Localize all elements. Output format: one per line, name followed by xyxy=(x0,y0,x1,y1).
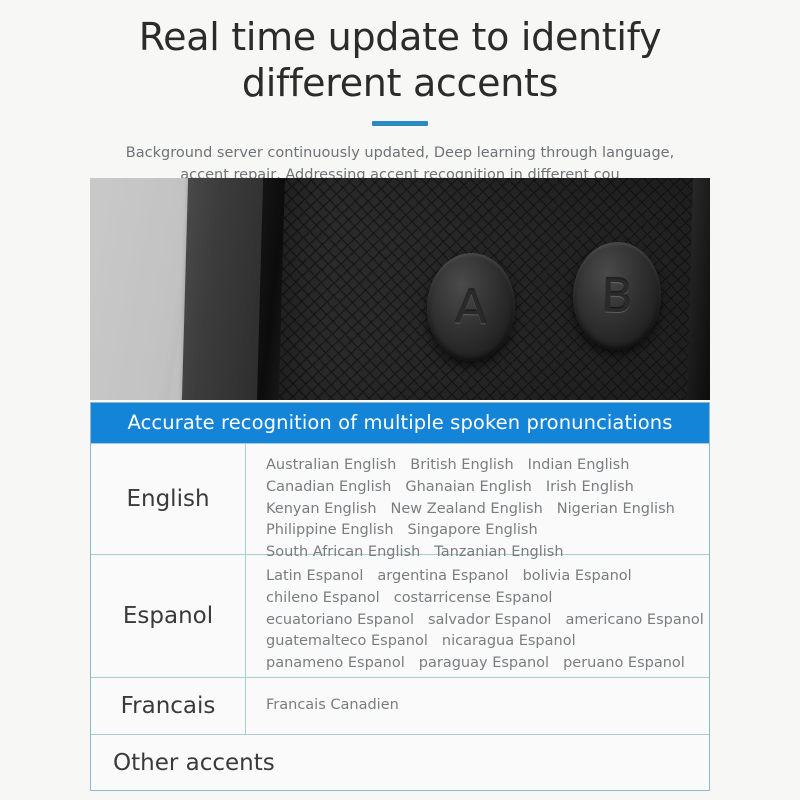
accent-item: americano Espanol xyxy=(565,611,704,628)
page-header: Real time update to identify different a… xyxy=(0,0,800,187)
accent-item: bolivia Espanol xyxy=(522,568,632,584)
accent-line: Canadian English Ghanaian English Irish En… xyxy=(266,477,695,499)
accent-list-cell: Latin Espanol argentina Espanol bolivia Es… xyxy=(246,555,718,677)
accent-line: Francais Canadien xyxy=(266,695,399,717)
language-label: Francais xyxy=(120,693,216,719)
accent-item: Kenyan English xyxy=(266,500,377,517)
accent-item: nicaragua Espanol xyxy=(441,633,576,650)
accent-item: New Zealand English xyxy=(390,500,543,517)
accent-item: Australian English xyxy=(266,457,397,473)
accent-item: Nigerian English xyxy=(556,500,675,517)
device-side-bezel xyxy=(181,178,267,400)
table-row: Espanol Latin Espanol argentina Espanol bo… xyxy=(91,554,709,677)
other-accents-label: Other accents xyxy=(113,749,275,776)
language-label-cell: Francais xyxy=(91,678,246,734)
accent-item: ecuatoriano Espanol xyxy=(266,611,414,628)
accent-item: Philippine English xyxy=(266,522,394,539)
accent-item: chileno Espanol xyxy=(266,589,380,606)
page-title-line-2: different accents xyxy=(241,61,559,106)
page-title-line-1: Real time update to identify xyxy=(138,15,662,59)
accent-item: Canadian English xyxy=(266,478,392,495)
accent-item: Latin Espanol xyxy=(266,568,364,584)
accent-line: Kenyan English New Zealand English Nigeria… xyxy=(266,499,695,521)
device-button-a-label: A xyxy=(454,279,488,335)
device-button-b-label: B xyxy=(600,268,634,324)
language-label-cell: Espanol xyxy=(91,555,246,677)
accent-item: salvador Espanol xyxy=(427,611,552,628)
accent-list-cell: Francais Canadien xyxy=(246,678,709,734)
accent-item: peruano Espanol xyxy=(563,655,685,671)
table-row: Francais Francais Canadien xyxy=(91,677,709,734)
accent-item: costarricense Espanol xyxy=(393,589,553,606)
table-row: English Australian English British Englis… xyxy=(91,443,709,560)
accent-item: panameno Espanol xyxy=(266,655,405,671)
accent-line: Australian English British English Indian … xyxy=(266,455,695,477)
accent-item: guatemalteco Espanol xyxy=(266,633,428,650)
accent-line: ecuatoriano Espanol salvador Espanol ameri… xyxy=(266,610,704,632)
accent-item: paraguay Espanol xyxy=(418,655,550,671)
accent-line: panameno Espanol paraguay Espanol peruano … xyxy=(266,653,704,675)
accent-item: Singapore English xyxy=(407,522,538,539)
accent-item: British English xyxy=(410,457,514,473)
language-label: Espanol xyxy=(122,603,214,629)
accent-list-cell: Australian English British English Indian … xyxy=(246,444,709,560)
accent-table: Accurate recognition of multiple spoken … xyxy=(90,402,710,791)
accent-line: chileno Espanol costarricense Espanol xyxy=(266,588,704,610)
other-accents-row: Other accents xyxy=(91,734,709,790)
accent-line: Latin Espanol argentina Espanol bolivia Es… xyxy=(266,566,704,588)
accent-line: guatemalteco Espanol nicaragua Espanol xyxy=(266,631,704,653)
accent-item: argentina Espanol xyxy=(377,568,509,584)
accent-item: Irish English xyxy=(545,478,634,495)
language-label: English xyxy=(126,486,210,512)
accent-item: Francais Canadien xyxy=(266,697,399,714)
title-accent-bar xyxy=(372,120,428,126)
table-banner: Accurate recognition of multiple spoken … xyxy=(91,403,709,443)
accent-item: Indian English xyxy=(527,457,630,473)
product-photo: A B xyxy=(90,178,710,400)
language-label-cell: English xyxy=(91,444,246,554)
accent-line: Philippine English Singapore English xyxy=(266,520,695,542)
accent-item: Ghanaian English xyxy=(405,478,532,495)
page-title: Real time update to identify different a… xyxy=(120,8,680,107)
